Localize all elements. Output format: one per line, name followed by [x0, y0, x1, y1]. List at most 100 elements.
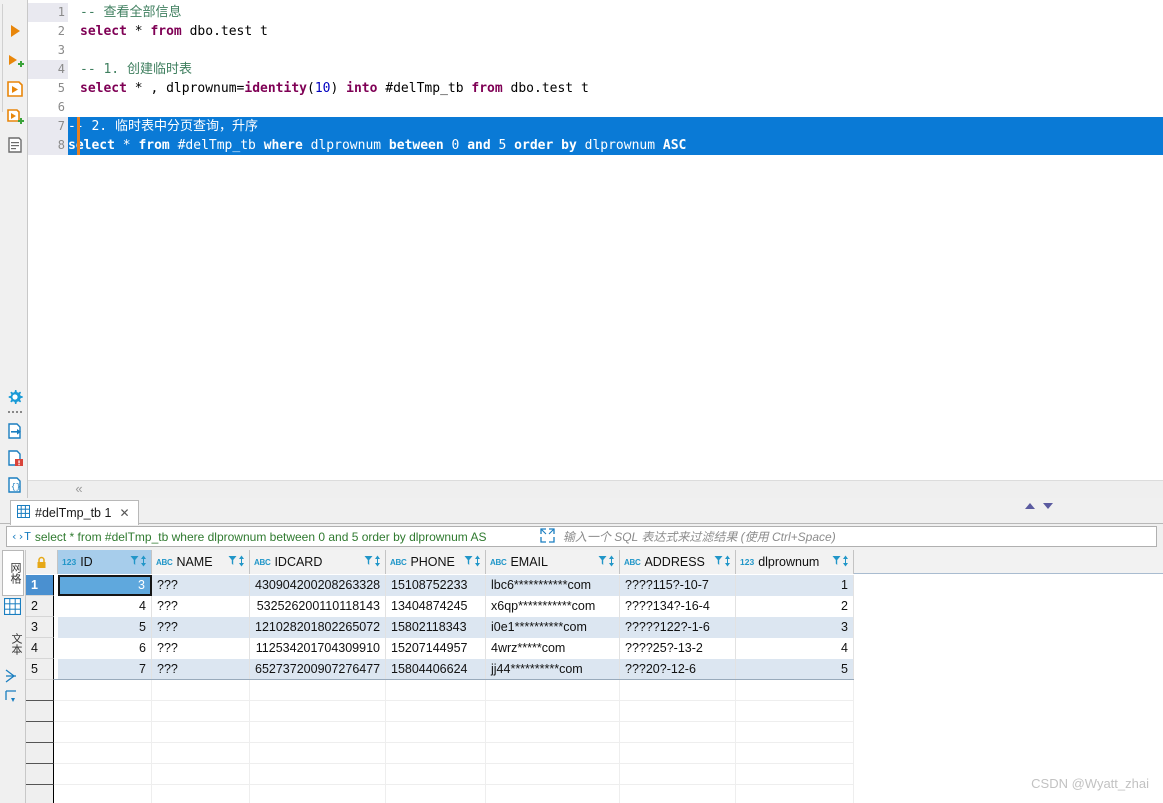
row-number-cell[interactable]: 5 — [26, 659, 54, 680]
grid-cell-email[interactable]: i0e1**********com — [486, 617, 620, 638]
code-line[interactable]: select * , dlprownum=identity(10) into #… — [80, 79, 589, 98]
filter-icon[interactable] — [598, 555, 607, 569]
column-header-icons[interactable] — [364, 555, 381, 570]
grid-column-header-id[interactable]: 123 ID — [58, 550, 152, 574]
filter-icon[interactable] — [364, 555, 373, 569]
grid-cell-id[interactable]: 4 — [58, 596, 152, 617]
column-header-icons[interactable] — [464, 555, 481, 570]
grid-cell-email[interactable]: jj44**********com — [486, 659, 620, 680]
grid-cell-address[interactable]: ?????122?-1-6 — [620, 617, 736, 638]
grid-cell-name[interactable]: ??? — [152, 659, 250, 680]
grid-column-header-phone[interactable]: ABC PHONE — [386, 550, 486, 574]
grid-cell-phone[interactable]: 13404874245 — [386, 596, 486, 617]
grid-cell-dlprownum[interactable]: 4 — [736, 638, 854, 659]
column-header-icons[interactable] — [228, 555, 245, 570]
grid-cell-address[interactable]: ????115?-10-7 — [620, 575, 736, 596]
filter-icon[interactable] — [228, 555, 237, 569]
filter-icon[interactable] — [130, 555, 139, 569]
scroll-up-icon[interactable] — [1025, 503, 1035, 509]
table-row[interactable]: 4 6??? 112534201704309910 15207144957 4wrz**… — [26, 638, 1163, 659]
grid-cell-idcard[interactable]: 532526200110118143 — [250, 596, 386, 617]
grid-cell-address[interactable]: ???20?-12-6 — [620, 659, 736, 680]
grid-cell-idcard[interactable]: 430904200208263328 — [250, 575, 386, 596]
grid-column-header-idcard[interactable]: ABC IDCARD — [250, 550, 386, 574]
execute-statement-icon[interactable] — [6, 22, 24, 40]
grid-cell-dlprownum[interactable]: 1 — [736, 575, 854, 596]
empty-row-number-cell[interactable] — [26, 701, 54, 722]
close-icon[interactable]: ✕ — [119, 506, 129, 520]
grid-column-header-dlprownum[interactable]: 123 dlprownum — [736, 550, 854, 574]
empty-row-number-cell[interactable] — [26, 764, 54, 785]
row-number-cell[interactable]: 4 — [26, 638, 54, 659]
grid-cell-phone[interactable]: 15802118343 — [386, 617, 486, 638]
transpose-icon[interactable] — [4, 688, 20, 707]
column-header-icons[interactable] — [714, 555, 731, 570]
lock-icon[interactable] — [26, 550, 58, 574]
grid-cell-phone[interactable]: 15108752233 — [386, 575, 486, 596]
grid-cell-id[interactable]: 7 — [58, 659, 152, 680]
grid-cell-dlprownum[interactable]: 2 — [736, 596, 854, 617]
filter-icon[interactable] — [714, 555, 723, 569]
grid-cell-idcard[interactable]: 121028201802265072 — [250, 617, 386, 638]
expand-icon[interactable] — [540, 527, 555, 546]
editor-horizontal-scrollbar[interactable] — [28, 480, 1163, 498]
grid-cell-name[interactable]: ??? — [152, 617, 250, 638]
column-header-icons[interactable] — [832, 555, 849, 570]
empty-row-number-cell[interactable] — [26, 722, 54, 743]
grid-cell-idcard[interactable]: 652737200907276477 — [250, 659, 386, 680]
grid-cell-dlprownum[interactable]: 5 — [736, 659, 854, 680]
empty-row-number-cell[interactable] — [26, 785, 54, 803]
code-line[interactable]: -- 2. 临时表中分页查询，升序 — [68, 117, 258, 136]
column-header-icons[interactable] — [598, 555, 615, 570]
grid-cell-address[interactable]: ????25?-13-2 — [620, 638, 736, 659]
result-tab-deltmp-tb[interactable]: #delTmp_tb 1 ✕ — [10, 500, 139, 525]
sort-icon[interactable] — [842, 555, 849, 570]
empty-row-number-cell[interactable] — [26, 680, 54, 701]
gear-icon[interactable] — [6, 388, 24, 406]
error-file-icon[interactable] — [6, 449, 24, 467]
grid-cell-address[interactable]: ????134?-16-4 — [620, 596, 736, 617]
grid-cell-email[interactable]: 4wrz*****com — [486, 638, 620, 659]
grid-cell-email[interactable]: x6qp***********com — [486, 596, 620, 617]
sort-icon[interactable] — [238, 555, 245, 570]
grid-cell-id[interactable]: 3 — [58, 575, 152, 596]
explain-plan-icon[interactable] — [6, 136, 24, 154]
grid-cell-name[interactable]: ??? — [152, 575, 250, 596]
sort-icon[interactable] — [140, 555, 147, 570]
collapse-chevron-icon[interactable]: « — [72, 482, 86, 496]
sort-icon[interactable] — [724, 555, 731, 570]
result-filter-bar[interactable]: ‹›T select * from #delTmp_tb where dlpro… — [6, 526, 1157, 547]
text-tab[interactable]: 文本 — [2, 622, 24, 666]
editor-code-area[interactable]: -- 查看全部信息 select * from dbo.test t -- 1. 创… — [68, 0, 1163, 480]
code-line[interactable]: -- 1. 创建临时表 — [80, 60, 192, 79]
sort-icon[interactable] — [474, 555, 481, 570]
result-data-grid[interactable]: 123 ID ABC NAME ABC IDCARD ABC PHONE ABC EMAIL ABC… — [26, 550, 1163, 803]
grid-cell-idcard[interactable]: 112534201704309910 — [250, 638, 386, 659]
table-row[interactable]: 5 7??? 652737200907276477 15804406624 jj44**… — [26, 659, 1163, 680]
execute-script-new-tab-icon[interactable] — [6, 108, 24, 126]
row-number-cell[interactable]: 1 — [26, 575, 54, 596]
grid-view-icon[interactable] — [3, 597, 22, 618]
code-line[interactable]: -- 查看全部信息 — [80, 3, 182, 22]
table-row[interactable]: 1 3??? 430904200208263328 15108752233 lbc6**… — [26, 575, 1163, 596]
execute-script-icon[interactable] — [6, 80, 24, 98]
grid-cell-id[interactable]: 5 — [58, 617, 152, 638]
code-line[interactable]: select * from #delTmp_tb where dlprownum… — [68, 136, 686, 155]
grid-cell-email[interactable]: lbc6***********com — [486, 575, 620, 596]
sort-icon[interactable] — [608, 555, 615, 570]
record-view-icon[interactable] — [4, 668, 20, 687]
row-number-cell[interactable]: 2 — [26, 596, 54, 617]
grid-column-header-address[interactable]: ABC ADDRESS — [620, 550, 736, 574]
table-row[interactable]: 2 4??? 532526200110118143 13404874245 x6qp**… — [26, 596, 1163, 617]
grid-column-header-email[interactable]: ABC EMAIL — [486, 550, 620, 574]
grid-cell-name[interactable]: ??? — [152, 638, 250, 659]
scroll-down-icon[interactable] — [1043, 503, 1053, 509]
grid-cell-dlprownum[interactable]: 3 — [736, 617, 854, 638]
results-scroll-buttons[interactable] — [1025, 503, 1053, 509]
grid-cell-id[interactable]: 6 — [58, 638, 152, 659]
empty-row-number-cell[interactable] — [26, 743, 54, 764]
code-line[interactable]: select * from dbo.test t — [80, 22, 268, 41]
grid-cell-phone[interactable]: 15804406624 — [386, 659, 486, 680]
sort-icon[interactable] — [374, 555, 381, 570]
export-data-icon[interactable] — [6, 422, 24, 440]
